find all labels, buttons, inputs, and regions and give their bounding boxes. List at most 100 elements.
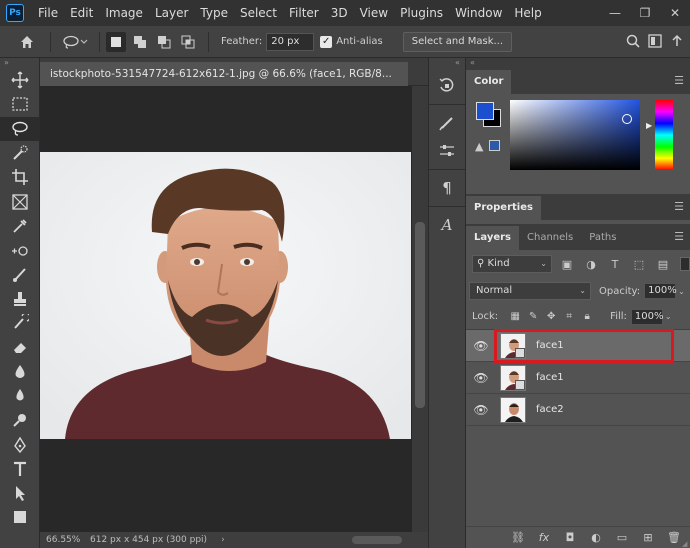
menu-type[interactable]: Type [194,0,234,26]
filter-toggle[interactable] [680,257,690,271]
visibility-eye-icon[interactable]: 👁︎ [466,403,496,417]
clone-stamp-tool-icon[interactable] [0,287,40,311]
delete-layer-icon[interactable]: 🗑︎ [666,531,682,544]
crop-tool-icon[interactable] [0,165,40,189]
type-tool-icon[interactable] [0,457,40,481]
foreground-color-swatch[interactable] [476,102,494,120]
new-group-icon[interactable]: ▭ [614,531,630,544]
vertical-scrollbar[interactable] [412,86,428,532]
document-photo[interactable] [40,152,411,439]
quick-selection-tool-icon[interactable] [0,141,40,165]
visibility-eye-icon[interactable]: 👁︎ [466,371,496,385]
layer-style-icon[interactable]: fx [536,531,552,544]
zoom-level[interactable]: 66.55% [40,535,82,545]
close-icon[interactable]: ✕ [660,0,690,26]
lock-transparent-icon[interactable]: ▦ [506,308,524,326]
document-tab[interactable]: istockphoto-531547724-612x612-1.jpg @ 66… [40,62,408,86]
layer-row[interactable]: 👁︎ face1 [466,362,690,394]
color-picker-field[interactable] [510,100,640,170]
chevron-down-icon[interactable]: ⌄ [665,312,672,321]
add-to-selection-icon[interactable] [130,32,150,52]
blur-tool-icon[interactable] [0,384,40,408]
antialias-checkbox[interactable]: ✓ [320,35,333,48]
lock-artboard-icon[interactable]: ⌗ [560,308,578,326]
status-arrow-icon[interactable]: › [221,535,225,545]
dodge-tool-icon[interactable] [0,408,40,432]
hue-slider[interactable] [655,100,673,170]
history-panel-icon[interactable] [429,72,465,100]
fill-input[interactable]: 100% [630,308,664,325]
panel-menu-icon[interactable]: ☰ [674,74,684,87]
add-mask-icon[interactable]: ◘ [562,531,578,544]
eyedropper-tool-icon[interactable] [0,214,40,238]
lock-image-icon[interactable]: ✎ [524,308,542,326]
canvas-area[interactable] [40,86,412,532]
pixel-filter-icon[interactable]: ▣ [558,255,576,273]
pen-tool-icon[interactable] [0,432,40,456]
workspace-icon[interactable] [648,33,662,51]
brush-tool-icon[interactable] [0,262,40,286]
lock-all-icon[interactable]: 🔒︎ [578,308,596,326]
menu-select[interactable]: Select [234,0,283,26]
menu-plugins[interactable]: Plugins [394,0,449,26]
menu-layer[interactable]: Layer [149,0,194,26]
layer-name[interactable]: face1 [536,372,564,383]
panel-menu-icon[interactable]: ☰ [674,230,684,243]
tab-paths[interactable]: Paths [581,226,624,250]
lasso-tool-icon[interactable] [0,116,40,141]
shape-filter-icon[interactable]: ⬚ [630,255,648,273]
gamut-swatch[interactable] [489,140,500,151]
move-tool-icon[interactable] [0,68,40,92]
frame-tool-icon[interactable] [0,189,40,213]
out-of-gamut-warning-icon[interactable]: ▲ [475,140,483,153]
minimize-icon[interactable]: — [600,0,630,26]
eraser-tool-icon[interactable] [0,335,40,359]
blend-mode-select[interactable]: Normal ⌄ [469,282,591,300]
tab-channels[interactable]: Channels [519,226,581,250]
gradient-tool-icon[interactable] [0,360,40,384]
visibility-eye-icon[interactable]: 👁︎ [466,339,496,353]
feather-input[interactable]: 20 px [266,32,315,51]
path-selection-tool-icon[interactable] [0,481,40,505]
lock-position-icon[interactable]: ✥ [542,308,560,326]
menu-help[interactable]: Help [508,0,547,26]
menu-window[interactable]: Window [449,0,508,26]
menu-image[interactable]: Image [99,0,149,26]
collapse-arrows-icon[interactable]: » [0,58,39,68]
horizontal-scrollbar-thumb[interactable] [352,536,402,544]
tab-color[interactable]: Color [466,70,512,94]
type-filter-icon[interactable]: T [606,255,624,273]
opacity-input[interactable]: 100% [644,283,677,299]
lasso-tool-preset-icon[interactable] [57,31,93,53]
resize-grip-icon[interactable]: ◢ [682,540,690,548]
character-panel-icon[interactable]: A [429,211,465,239]
menu-edit[interactable]: Edit [64,0,99,26]
new-layer-icon[interactable]: ⊞ [640,531,656,544]
collapse-arrows-icon[interactable]: « [429,58,465,68]
menu-filter[interactable]: Filter [283,0,325,26]
home-icon[interactable] [16,31,38,53]
paragraph-panel-icon[interactable]: ¶ [429,174,465,202]
search-icon[interactable] [626,34,640,51]
collapse-arrows-icon[interactable]: « [466,58,690,68]
restore-icon[interactable]: ❐ [630,0,660,26]
rectangle-tool-icon[interactable] [0,505,40,529]
brush-settings-icon[interactable] [429,109,465,137]
layer-name[interactable]: face2 [536,404,564,415]
intersect-selection-icon[interactable] [178,32,198,52]
layer-row[interactable]: 👁︎ face2 [466,394,690,426]
hue-slider-arrow-icon[interactable]: ▶ [646,121,652,130]
menu-3d[interactable]: 3D [325,0,354,26]
smart-object-filter-icon[interactable]: ▤ [654,255,672,273]
layer-filter-select[interactable]: ⚲ Kind ⌄ [472,255,552,273]
adjustment-filter-icon[interactable]: ◑ [582,255,600,273]
history-brush-tool-icon[interactable] [0,311,40,335]
scrollbar-thumb[interactable] [415,222,425,408]
adjustment-layer-icon[interactable]: ◐ [588,531,604,544]
menu-view[interactable]: View [354,0,394,26]
subtract-from-selection-icon[interactable] [154,32,174,52]
tab-properties[interactable]: Properties [466,196,541,220]
panel-menu-icon[interactable]: ☰ [674,200,684,213]
share-icon[interactable] [670,34,684,51]
adjustments-panel-icon[interactable] [429,137,465,165]
